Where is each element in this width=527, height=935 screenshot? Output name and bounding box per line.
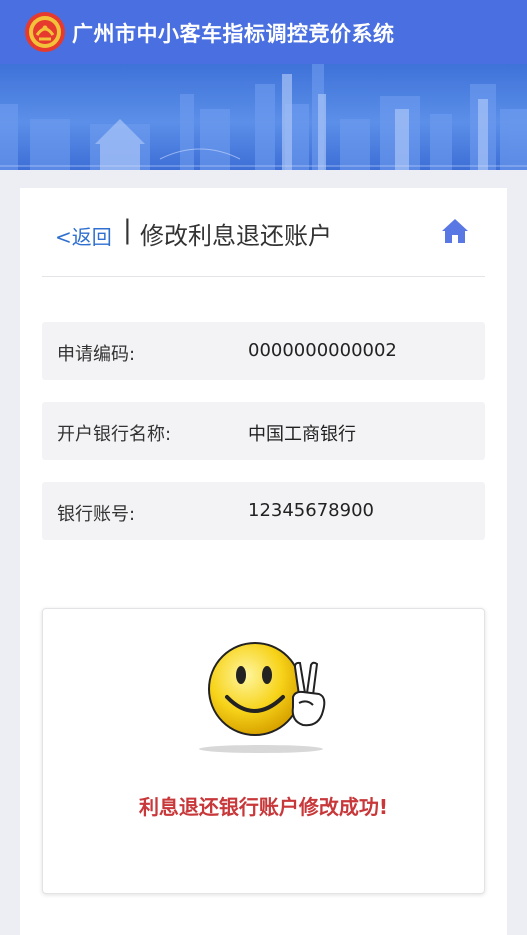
app-header: 广州市中小客车指标调控竞价系统: [0, 0, 527, 64]
success-message: 利息退还银行账户修改成功!: [138, 795, 389, 819]
field-value: 12345678900: [248, 500, 374, 521]
field-row-application-code: 申请编码: 0000000000002: [42, 322, 485, 380]
field-row-bank-name: 开户银行名称: 中国工商银行: [42, 402, 485, 460]
field-row-bank-account: 银行账号: 12345678900: [42, 482, 485, 540]
page-title: 修改利息退还账户: [140, 222, 332, 250]
field-label: 开户银行名称:: [57, 424, 172, 445]
main-card: <返回 | 修改利息退还账户 申请编码: 0000000000002 开户银行名…: [20, 188, 507, 935]
smiley-victory-icon: [199, 642, 326, 753]
field-label: 申请编码:: [57, 344, 136, 365]
back-link[interactable]: <返回: [55, 221, 112, 250]
page-topbar: <返回 | 修改利息退还账户: [42, 188, 485, 277]
field-value: 中国工商银行: [248, 424, 356, 445]
city-skyline-banner: [0, 64, 527, 170]
field-value: 0000000000002: [248, 340, 397, 361]
guangzhou-emblem-icon: [25, 12, 65, 52]
field-label: 银行账号:: [57, 504, 136, 525]
result-panel: 利息退还银行账户修改成功!: [42, 608, 485, 894]
home-icon[interactable]: [440, 216, 470, 246]
title-separator: |: [123, 215, 132, 245]
app-title: 广州市中小客车指标调控竞价系统: [72, 22, 395, 46]
